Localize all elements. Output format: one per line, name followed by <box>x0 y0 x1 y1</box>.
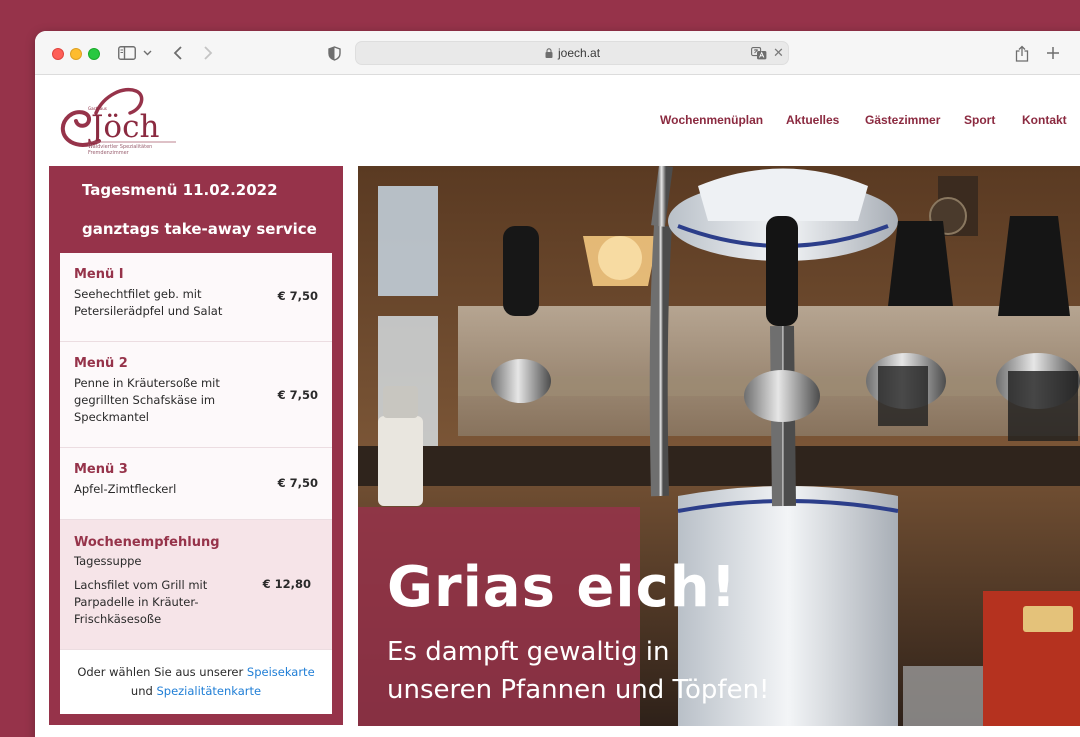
chevron-down-icon[interactable] <box>141 41 153 65</box>
menu-item-description: Apfel-Zimtfleckerl <box>74 482 177 496</box>
sidebar-toggle-icon[interactable] <box>116 41 138 65</box>
close-icon[interactable]: ✕ <box>773 45 784 61</box>
daily-menu-panel: Tagesmenü 11.02.2022 ganztags take-away … <box>49 166 343 725</box>
svg-text:Jöch: Jöch <box>88 109 159 145</box>
speisekarte-link[interactable]: Speisekarte <box>247 665 315 679</box>
zoom-window-button[interactable] <box>88 48 100 60</box>
site-logo[interactable]: Gasthaus Jöch Waldviertler Spezialitäten… <box>52 81 177 159</box>
nav-link-aktuelles[interactable]: Aktuelles <box>786 113 839 127</box>
menu-item-description: Petersilerädpfel und Salat <box>74 304 223 318</box>
back-arrow-icon[interactable] <box>168 41 188 65</box>
privacy-shield-icon[interactable] <box>324 41 344 65</box>
menu-item-description: Seehechtfilet geb. mit <box>74 287 202 301</box>
weekly-recommendation-title: Wochenempfehlung <box>74 535 220 550</box>
menu-item-name: Menü I <box>74 267 124 282</box>
spezialitaetenkarte-link[interactable]: Spezialitätenkarte <box>156 684 261 698</box>
nav-link-sport[interactable]: Sport <box>964 113 995 127</box>
plus-icon[interactable] <box>1043 41 1063 65</box>
menu-links-text: Oder wählen Sie aus unserer <box>77 665 244 679</box>
svg-text:Fremdenzimmer: Fremdenzimmer <box>88 150 130 156</box>
menu-item-card: Menü 2 Penne in Kräutersoße mit gegrillt… <box>60 342 332 448</box>
menu-item-description: Frischkäsesoße <box>74 612 162 626</box>
lock-icon <box>545 48 553 58</box>
share-icon[interactable] <box>1012 41 1032 65</box>
address-bar[interactable]: joech.at ✕ <box>355 41 789 65</box>
web-page: Gasthaus Jöch Waldviertler Spezialitäten… <box>35 76 1080 737</box>
menu-item-name: Menü 3 <box>74 462 128 477</box>
weekly-recommendation-card: Wochenempfehlung Tagessuppe Lachsfilet v… <box>60 520 332 650</box>
menu-links-card: Oder wählen Sie aus unserer Speisekarte … <box>60 650 332 714</box>
url-text: joech.at <box>558 46 601 60</box>
menu-links-line-1: Oder wählen Sie aus unserer Speisekarte <box>60 665 332 679</box>
translate-icon[interactable] <box>751 47 767 60</box>
hero-subtitle-line: unseren Pfannen und Töpfen! <box>387 675 770 705</box>
menu-links-line-2: und Spezialitätenkarte <box>60 684 332 698</box>
browser-toolbar: joech.at ✕ <box>35 31 1080 75</box>
menu-item-name: Menü 2 <box>74 356 128 371</box>
nav-link-kontakt[interactable]: Kontakt <box>1022 113 1067 127</box>
weekly-soup: Tagessuppe <box>74 554 142 568</box>
menu-links-text: und <box>130 684 153 698</box>
hero-subtitle: Es dampft gewaltig in unseren Pfannen un… <box>387 633 769 709</box>
minimize-window-button[interactable] <box>70 48 82 60</box>
menu-item-description: Speckmantel <box>74 410 149 424</box>
forward-arrow-icon[interactable] <box>198 41 218 65</box>
nav-link-wochenmenueplan[interactable]: Wochenmenüplan <box>660 113 763 127</box>
menu-item-description: Parpadelle in Kräuter- <box>74 595 199 609</box>
nav-link-gaestezimmer[interactable]: Gästezimmer <box>865 113 940 127</box>
menu-item-price: € 12,80 <box>262 577 311 591</box>
menu-item-description: gegrillten Schafskäse im <box>74 393 216 407</box>
menu-item-price: € 7,50 <box>277 289 318 303</box>
hero-subtitle-line: Es dampft gewaltig in <box>387 637 670 667</box>
menu-item-description: Penne in Kräutersoße mit <box>74 376 220 390</box>
menu-item-price: € 7,50 <box>277 388 318 402</box>
menu-item-card: Menü I Seehechtfilet geb. mit Petersiler… <box>60 253 332 342</box>
hero-title: Grias eich! <box>387 555 738 620</box>
close-window-button[interactable] <box>52 48 64 60</box>
hero-banner: Grias eich! Es dampft gewaltig in unsere… <box>358 166 1080 726</box>
menu-item-card: Menü 3 Apfel-Zimtfleckerl € 7,50 <box>60 448 332 520</box>
takeaway-service-title: ganztags take-away service <box>82 220 317 238</box>
browser-window: joech.at ✕ Gasthaus Jöch Waldviertler Sp… <box>35 31 1080 737</box>
menu-item-price: € 7,50 <box>277 476 318 490</box>
daily-menu-title: Tagesmenü 11.02.2022 <box>82 181 278 199</box>
menu-item-description: Lachsfilet vom Grill mit <box>74 578 208 592</box>
